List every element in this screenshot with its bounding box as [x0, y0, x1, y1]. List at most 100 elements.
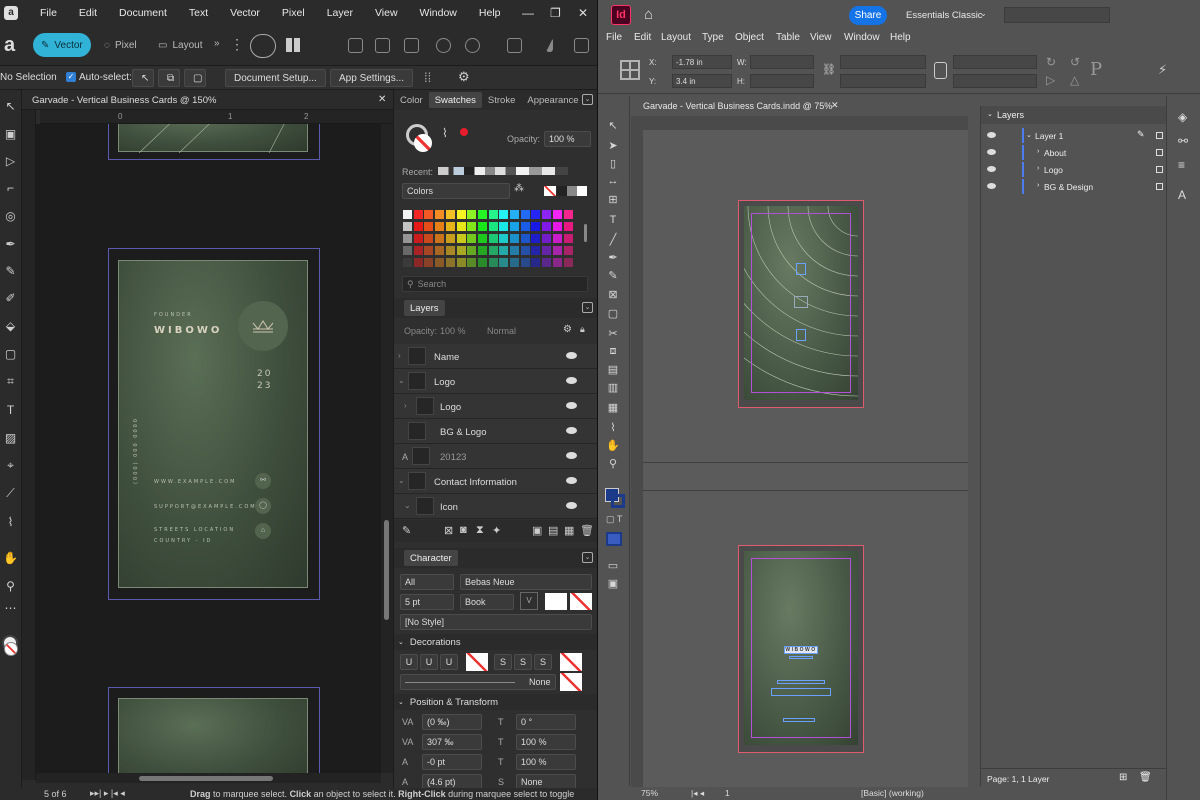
layer-row[interactable]: › Logo: [394, 394, 597, 419]
menu-window[interactable]: Window: [844, 32, 880, 43]
color-swatch[interactable]: [477, 210, 487, 219]
layer-row[interactable]: ⌄ Icon: [394, 494, 597, 519]
trash-icon[interactable]: 🗑︎: [580, 524, 594, 537]
text-stroke-swatch[interactable]: [570, 593, 592, 610]
workspace-switcher[interactable]: Essentials Classic: [906, 10, 983, 21]
menu-view[interactable]: View: [810, 32, 832, 43]
kerning-field[interactable]: (0 ‰): [422, 714, 482, 730]
baseline-field[interactable]: -0 pt: [422, 754, 482, 770]
menu-view[interactable]: View: [375, 7, 398, 19]
stroke-dock-icon[interactable]: ≡: [1178, 158, 1185, 172]
hand-tool-icon[interactable]: ✋: [606, 438, 620, 452]
align-icon[interactable]: [507, 38, 522, 53]
pen-tool-icon[interactable]: ✒: [3, 236, 18, 251]
blend-mode-dropdown[interactable]: Normal: [487, 326, 516, 336]
white-swatch[interactable]: [577, 186, 587, 196]
color-swatch[interactable]: [499, 258, 509, 267]
layer-select-icon[interactable]: [1156, 149, 1163, 156]
menu-file[interactable]: File: [40, 7, 57, 19]
y-field[interactable]: 3.4 in: [672, 74, 732, 88]
scissors-tool-icon[interactable]: ✂: [606, 326, 620, 340]
menu-edit[interactable]: Edit: [634, 32, 651, 43]
menu-table[interactable]: Table: [776, 32, 800, 43]
decorations-section[interactable]: ⌄ Decorations: [394, 634, 597, 650]
color-swatch[interactable]: [488, 258, 498, 267]
selection-tool-icon[interactable]: ↖: [606, 118, 620, 132]
pointer-select-icon[interactable]: ↖: [132, 69, 154, 87]
edit-layer-icon[interactable]: ✎: [402, 524, 411, 537]
flip-vertical-icon[interactable]: △: [1070, 73, 1079, 87]
chevron-down-icon[interactable]: ⌄: [980, 9, 987, 18]
rotate-ccw-icon[interactable]: ↺: [1070, 55, 1080, 69]
gap-tool-icon[interactable]: ↔: [606, 174, 620, 188]
menu-pixel[interactable]: Pixel: [282, 7, 305, 19]
layer-row[interactable]: ⌄ Logo: [394, 369, 597, 394]
color-swatch[interactable]: [456, 222, 466, 231]
color-swatch[interactable]: [520, 234, 530, 243]
add-layer-icon[interactable]: ▣: [532, 524, 542, 537]
color-swatch[interactable]: [488, 210, 498, 219]
grid-icon[interactable]: [286, 38, 300, 52]
color-swatch[interactable]: [424, 234, 434, 243]
corner-tool-icon[interactable]: ⌐: [3, 180, 18, 195]
arrange-back-icon[interactable]: [375, 38, 390, 53]
color-swatch[interactable]: [520, 222, 530, 231]
text-style-dropdown[interactable]: [No Style]: [400, 614, 592, 630]
color-swatch[interactable]: [456, 246, 466, 255]
zoom-tool-icon[interactable]: ⚲: [3, 578, 18, 593]
role-text-frame[interactable]: [789, 656, 813, 659]
fill-tool-icon[interactable]: ⬙: [3, 318, 18, 333]
menu-edit[interactable]: Edit: [79, 7, 97, 19]
font-family-dropdown[interactable]: Bebas Neue: [460, 574, 592, 590]
horizontal-scroll-thumb[interactable]: [139, 776, 273, 781]
indesign-document-tab[interactable]: Garvade - Vertical Business Cards.indd @…: [631, 96, 981, 116]
persona-vector-button[interactable]: ✎ Vector: [33, 33, 91, 57]
minimize-icon[interactable]: —: [522, 6, 534, 20]
affinity-canvas[interactable]: FOUNDER WIBOWO 20 23 (000) 000 0000 WWW.…: [36, 124, 381, 773]
scale-y-field[interactable]: [840, 74, 926, 88]
eye-icon[interactable]: [987, 149, 996, 155]
year-text-frame-2[interactable]: [796, 329, 806, 341]
color-swatch[interactable]: [435, 246, 445, 255]
color-swatch[interactable]: [531, 234, 541, 243]
color-swatch[interactable]: [413, 246, 423, 255]
shear-field[interactable]: [953, 74, 1037, 88]
color-swatch[interactable]: [467, 258, 477, 267]
color-swatch[interactable]: [542, 246, 552, 255]
eye-icon[interactable]: [566, 477, 577, 484]
fx-icon[interactable]: ✦: [492, 524, 501, 537]
chevron-down-icon[interactable]: ⌄: [582, 302, 593, 313]
gradient-feather-tool-icon[interactable]: ▥: [606, 380, 620, 394]
color-swatch[interactable]: [403, 246, 412, 255]
color-swatch[interactable]: [477, 234, 487, 243]
color-swatch[interactable]: [510, 246, 519, 255]
color-swatch[interactable]: [445, 210, 455, 219]
eye-icon[interactable]: [566, 402, 577, 409]
vertical-scrollbar[interactable]: [381, 124, 393, 773]
arrange-front-icon[interactable]: [348, 38, 363, 53]
recent-swatches[interactable]: [438, 167, 568, 175]
persona-layout-button[interactable]: ▭ Layout: [150, 33, 210, 57]
rectangle-frame-tool-icon[interactable]: ⊠: [606, 287, 620, 301]
flip-icon[interactable]: [546, 38, 553, 52]
color-swatch[interactable]: [413, 222, 423, 231]
color-swatch[interactable]: [435, 234, 445, 243]
eye-icon[interactable]: [566, 452, 577, 459]
horizontal-scrollbar[interactable]: [36, 773, 381, 783]
pencil-tool-icon[interactable]: ✎: [606, 268, 620, 282]
menu-file[interactable]: File: [606, 32, 622, 43]
underline-custom-button[interactable]: U: [440, 654, 458, 670]
apply-color-icon[interactable]: [606, 532, 622, 546]
color-swatch[interactable]: [445, 234, 455, 243]
zoom-level[interactable]: 75%: [641, 788, 658, 798]
arrange-forward-icon[interactable]: [404, 38, 419, 53]
crop-tool-icon[interactable]: ⌗: [3, 374, 18, 389]
chevron-down-icon[interactable]: ⌄: [582, 94, 593, 105]
eye-icon[interactable]: [987, 166, 996, 172]
layer-row[interactable]: › About: [981, 144, 1167, 161]
rectangle-tool-icon[interactable]: ▢: [606, 306, 620, 320]
constrain-scale-icon[interactable]: [934, 62, 947, 79]
reference-point-icon[interactable]: [620, 60, 640, 80]
zoom-tool-icon[interactable]: ⚲: [606, 456, 620, 470]
horizontal-scale-field[interactable]: 100 %: [516, 754, 576, 770]
